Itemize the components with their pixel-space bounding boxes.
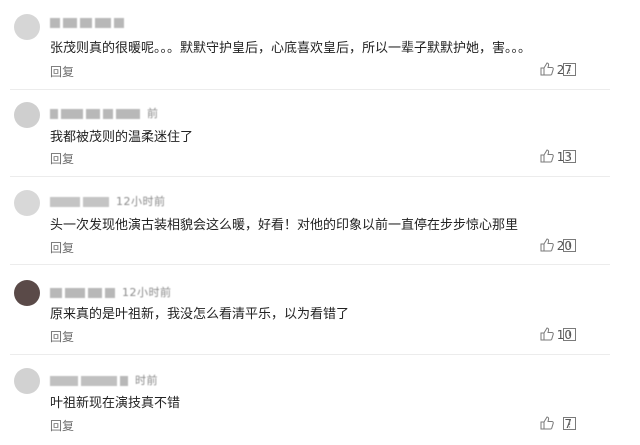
comment-text: 原来真的是叶祖新，我没怎么看清平乐，以为看错了 <box>50 307 350 322</box>
comment-text: 叶祖新现在演技真不错 <box>50 396 181 411</box>
thumbs-up-icon[interactable] <box>540 149 554 163</box>
divider <box>10 89 610 90</box>
reply-button[interactable]: 回复 <box>50 63 74 80</box>
reply-button[interactable]: 回复 <box>50 328 74 345</box>
avatar[interactable] <box>14 280 40 306</box>
reply-button[interactable]: 回复 <box>50 417 74 434</box>
comment-text: 头一次发现他演古装相貌会这么暖，好看！对他的印象以前一直停在步步惊心那里 <box>50 218 519 233</box>
comment-meta: 前 <box>50 105 159 121</box>
report-icon[interactable] <box>563 150 576 163</box>
comment-text: 张茂则真的很暖呢。。。默默守护皇后，心底喜欢皇后，所以一辈子默默护她，害。。。 <box>50 41 532 56</box>
reply-button[interactable]: 回复 <box>50 239 74 256</box>
report-icon[interactable] <box>563 239 576 252</box>
comment-meta: 12小时前 <box>50 193 166 209</box>
avatar[interactable] <box>14 368 40 394</box>
reply-button[interactable]: 回复 <box>50 150 74 167</box>
comment-text: 我都被茂则的温柔迷住了 <box>50 130 194 145</box>
report-icon[interactable] <box>563 328 576 341</box>
avatar[interactable] <box>14 102 40 128</box>
avatar[interactable] <box>14 190 40 216</box>
thumbs-up-icon[interactable] <box>540 62 554 76</box>
comment-meta: 12小时前 <box>50 284 172 300</box>
comment-meta: 时前 <box>50 372 158 388</box>
divider <box>10 176 610 177</box>
thumbs-up-icon[interactable] <box>540 238 554 252</box>
thumbs-up-icon[interactable] <box>540 327 554 341</box>
report-icon[interactable] <box>563 63 576 76</box>
thumbs-up-icon[interactable] <box>540 416 554 430</box>
report-icon[interactable] <box>563 417 576 430</box>
avatar[interactable] <box>14 14 40 40</box>
comment-meta <box>50 16 127 29</box>
divider <box>10 354 610 355</box>
divider <box>10 264 610 265</box>
